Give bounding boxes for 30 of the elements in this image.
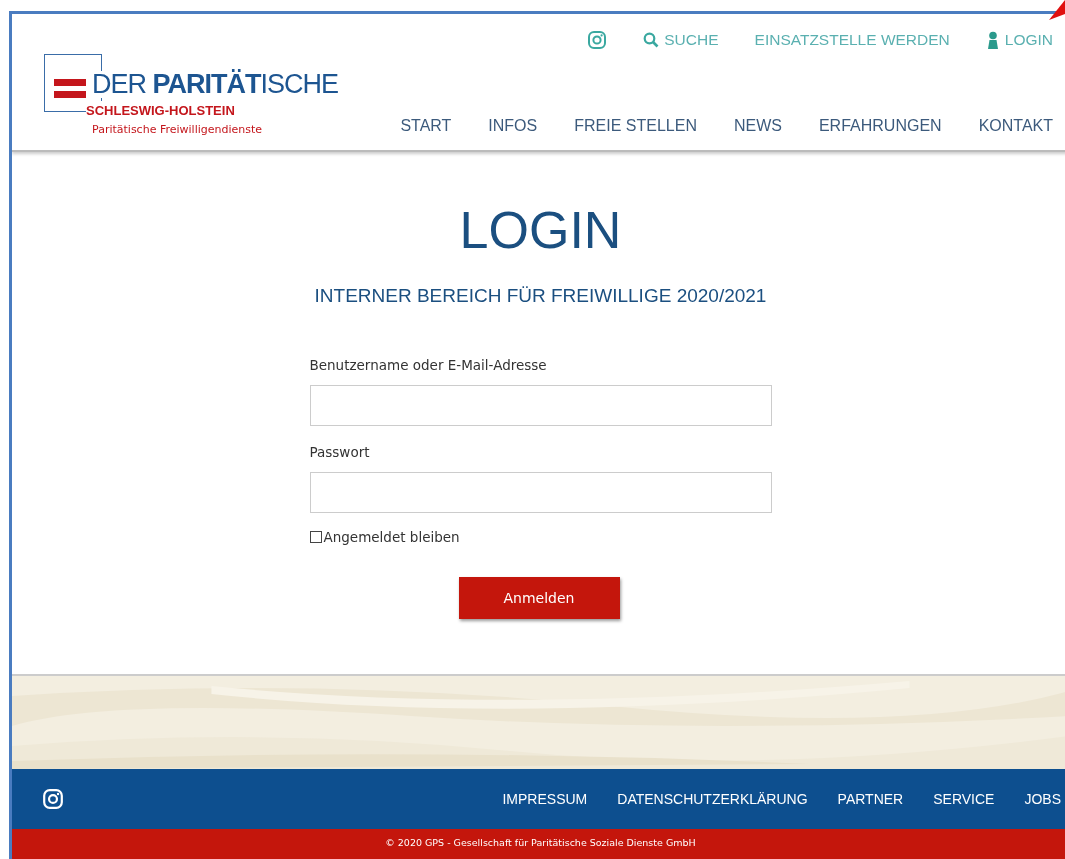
user-icon [985,30,1000,49]
copyright-text: © 2020 GPS - Gesellschaft für Paritätische Soziale Dienste GmbH [385,837,696,848]
input-field[interactable] [309,472,772,513]
input-field[interactable] [309,384,772,426]
footer-link[interactable]: IMPRESSUM [502,788,588,810]
footer-link[interactable]: JOBS [1024,788,1061,810]
nav-link[interactable]: NEWS [733,114,782,139]
field-label: Passwort [309,442,370,462]
footer-link[interactable]: DATENSCHUTZERKLÄRUNG [617,788,808,810]
checkbox-label: Angemeldet bleiben [323,529,460,545]
instagram-icon [587,29,608,50]
page-subheading: INTERNER BEREICH FÜR FREIWILLIGE 2020/2021 [313,284,768,308]
logo-title: DER PARITÄTISCHE [92,71,339,98]
logo-icon [54,79,86,99]
pointer-arrow [1047,0,1065,20]
search-icon [643,31,660,48]
checkbox[interactable] [309,531,322,543]
nav-link[interactable]: INFOS [488,114,538,139]
instagram-icon [42,788,64,811]
page-heading: LOGIN [458,204,623,256]
instagram-link[interactable] [42,787,64,811]
logo-subtitle: Paritätische Freiwilligendienste [92,122,264,138]
nav-link[interactable]: FREIE STELLEN [574,114,697,139]
nav-link[interactable]: START [400,114,452,139]
footer-link[interactable]: PARTNER [837,788,904,810]
nav-link[interactable]: KONTAKT [978,114,1053,139]
login-button[interactable]: Anmelden [458,577,620,620]
footer-link[interactable]: SERVICE [933,788,995,810]
nav-link[interactable]: ERFAHRUNGEN [818,114,942,139]
field-label: Benutzername oder E-Mail-Adresse [309,355,547,375]
